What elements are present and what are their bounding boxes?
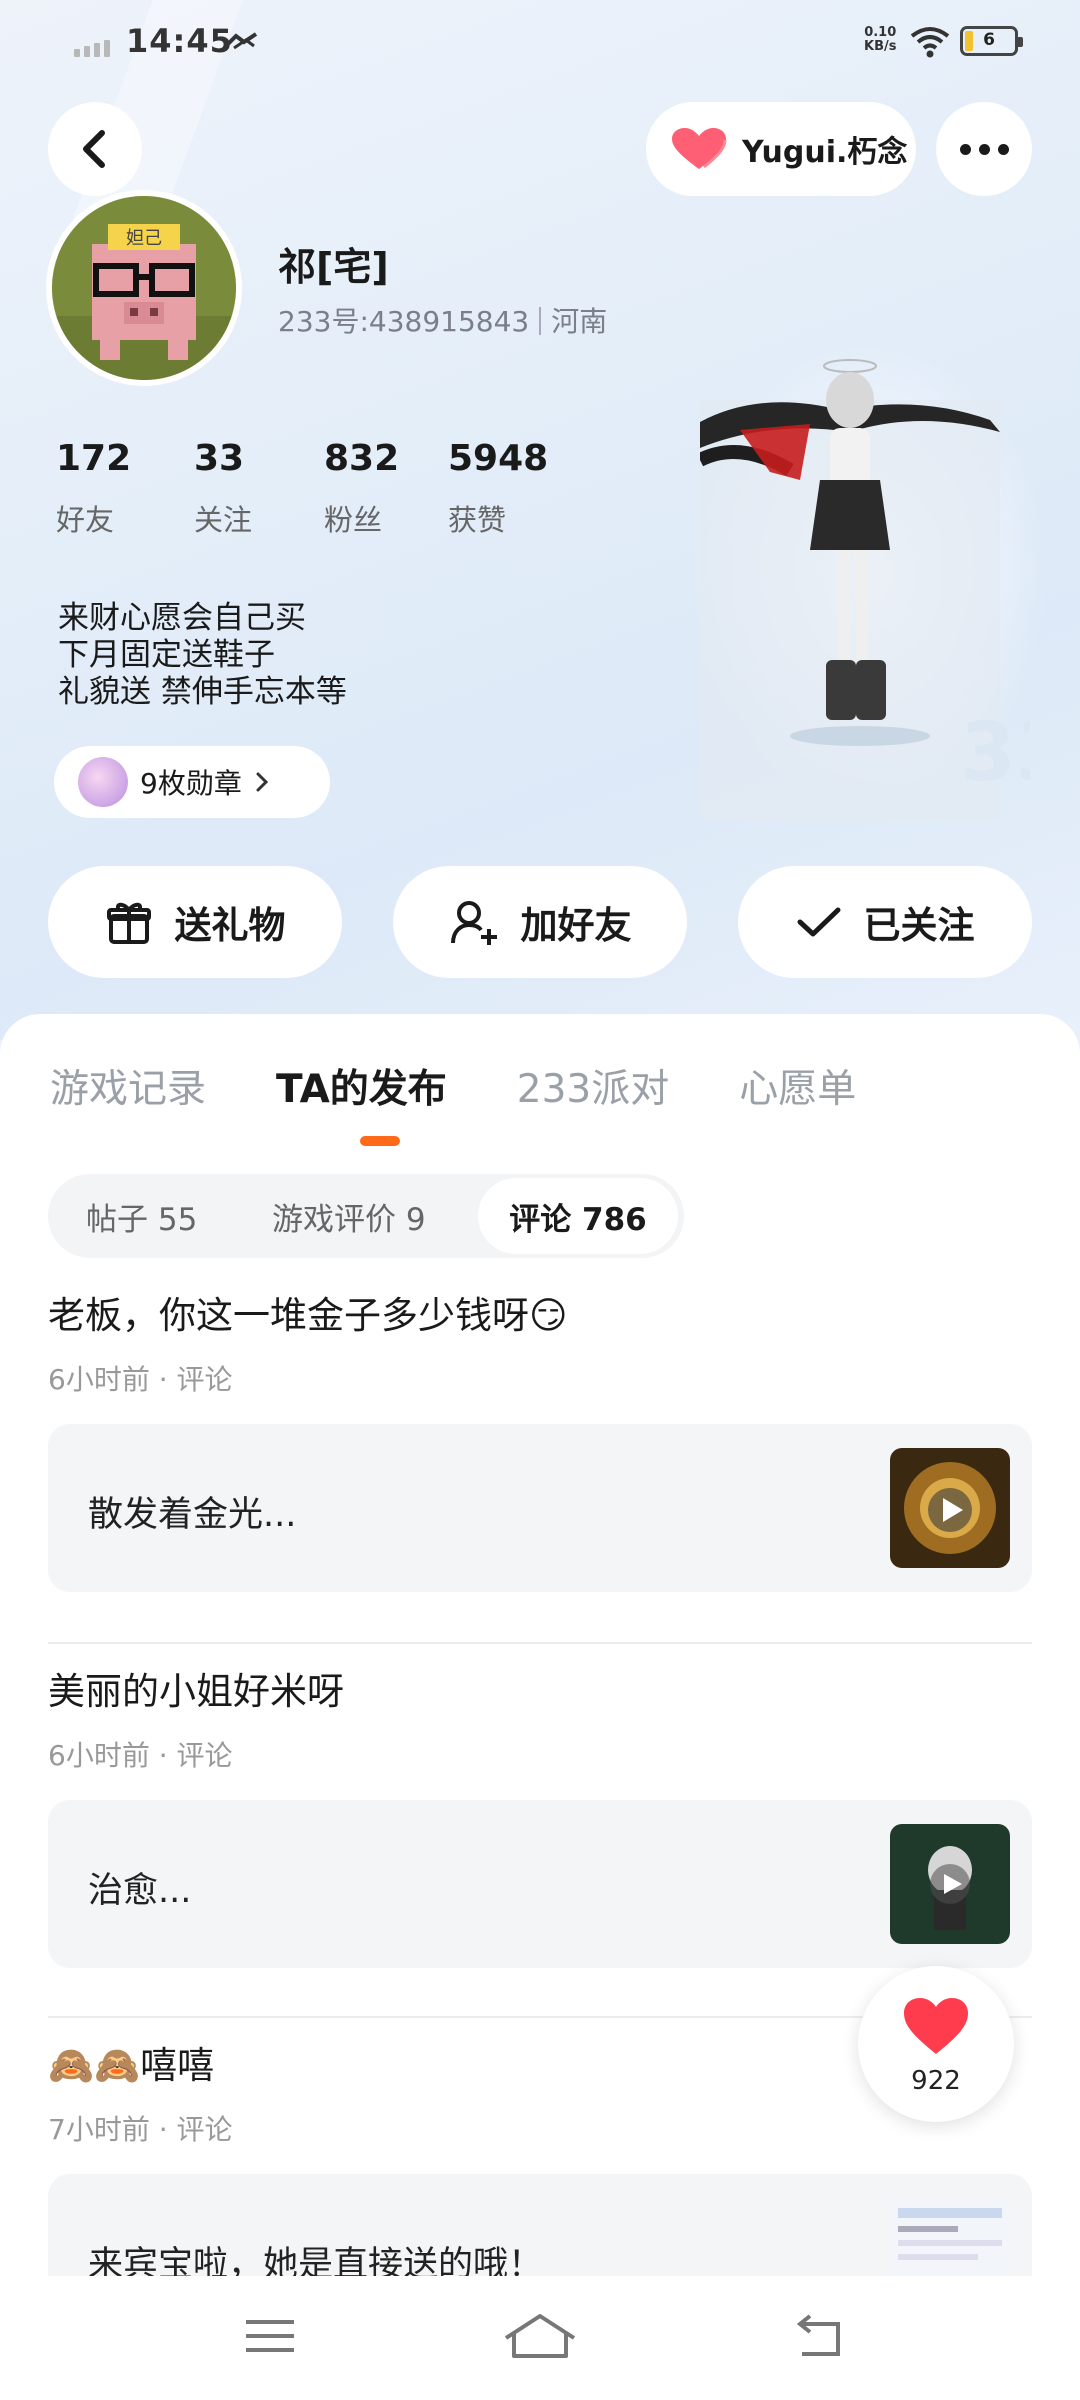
net-speed-value: 0.10 xyxy=(864,25,897,40)
active-tab-indicator xyxy=(360,1136,400,1146)
user-id: 233号:438915843 xyxy=(278,305,530,338)
profile-stats: 172 好友 33 关注 832 粉丝 5948 获赞 xyxy=(56,438,578,539)
back-button[interactable] xyxy=(48,102,142,196)
badges-label: 9枚勋章 xyxy=(140,767,242,800)
subtab-game-reviews[interactable]: 游戏评价 9 xyxy=(272,1174,426,1258)
send-gift-label: 送礼物 xyxy=(174,904,286,947)
followed-label: 已关注 xyxy=(863,904,975,947)
like-button[interactable]: 922 xyxy=(858,1966,1014,2122)
tab-party[interactable]: 233派对 xyxy=(517,1058,669,1114)
stat-label: 获赞 xyxy=(448,503,507,537)
svg-text:33: 33 xyxy=(960,706,1030,799)
tab-wishlist[interactable]: 心愿单 xyxy=(739,1058,856,1114)
send-gift-button[interactable]: 送礼物 xyxy=(48,866,342,978)
badges-button[interactable]: 9枚勋章 xyxy=(54,746,330,818)
stat-followers[interactable]: 832 粉丝 xyxy=(324,438,448,539)
stat-friends[interactable]: 172 好友 xyxy=(56,438,194,539)
user-region: 河南 xyxy=(551,305,608,338)
heart-icon xyxy=(672,128,727,169)
content-panel: 游戏记录 TA的发布 233派对 心愿单 帖子 55 游戏评价 9 评论 786… xyxy=(0,1014,1080,2400)
more-dot-icon xyxy=(978,143,990,155)
stat-value: 33 xyxy=(194,438,245,479)
status-bar: 14:45 0.10 KB/s 6 xyxy=(0,0,1080,84)
add-friend-label: 加好友 xyxy=(520,904,632,947)
bio-line: 礼貌送 禁伸手忘本等 xyxy=(58,674,347,710)
followed-button[interactable]: 已关注 xyxy=(738,866,1032,978)
user-id-line: 233号:438915843 河南 xyxy=(278,300,607,340)
data-sync-icon xyxy=(226,32,258,50)
bio-line: 来财心愿会自己买 xyxy=(58,600,306,636)
checkmark-icon xyxy=(797,907,840,937)
quoted-card[interactable]: 散发着金光... xyxy=(48,1424,1032,1592)
quoted-text: 治愈... xyxy=(88,1871,192,1911)
wifi-icon xyxy=(910,27,950,58)
subtab-comments[interactable]: 评论 786 xyxy=(478,1178,678,1254)
more-dot-icon xyxy=(997,143,1009,155)
stat-likes[interactable]: 5948 获赞 xyxy=(448,438,578,539)
chevron-left-icon xyxy=(83,130,105,168)
comment-text: 美丽的小姐好米呀 xyxy=(48,1670,344,1713)
divider xyxy=(539,307,542,335)
heart-icon xyxy=(904,1998,968,2054)
badge-icon xyxy=(78,757,128,807)
home-icon[interactable] xyxy=(500,2306,580,2366)
video-thumbnail[interactable] xyxy=(890,1824,1010,1944)
divider xyxy=(48,1642,1032,1644)
more-dot-icon xyxy=(959,143,971,155)
comment-meta: 6小时前 · 评论 xyxy=(48,1363,233,1396)
like-count: 922 xyxy=(911,2066,961,2096)
comment-meta: 6小时前 · 评论 xyxy=(48,1739,233,1772)
battery-icon: 6 xyxy=(960,26,1023,56)
video-thumbnail-image xyxy=(890,1824,1010,1944)
stat-following[interactable]: 33 关注 xyxy=(194,438,324,539)
list-item[interactable]: 老板，你这一堆金子多少钱呀😏 6小时前 · 评论 散发着金光... xyxy=(48,1284,1032,1592)
stat-label: 好友 xyxy=(56,503,115,537)
video-thumbnail-image xyxy=(890,1448,1010,1568)
profile-actions: 送礼物 加好友 已关注 xyxy=(48,866,1032,978)
user-name: 祁[宅] xyxy=(278,245,389,289)
quoted-text: 散发着金光... xyxy=(88,1495,297,1535)
pig-avatar-image: 妲己 xyxy=(52,196,236,380)
back-nav-icon[interactable] xyxy=(790,2306,850,2366)
more-options-button[interactable] xyxy=(936,102,1032,196)
video-thumbnail[interactable] xyxy=(890,1448,1010,1568)
menu-icon[interactable] xyxy=(240,2306,300,2366)
stat-value: 832 xyxy=(324,438,400,479)
stat-value: 172 xyxy=(56,438,132,479)
comment-meta: 7小时前 · 评论 xyxy=(48,2113,233,2146)
ip-tag-button[interactable]: Yugui.朽念 xyxy=(646,102,916,196)
main-tabs: 游戏记录 TA的发布 233派对 心愿单 xyxy=(50,1058,926,1114)
subtab-posts[interactable]: 帖子 55 xyxy=(86,1174,197,1258)
stat-label: 关注 xyxy=(194,503,253,537)
avatar[interactable]: 妲己 xyxy=(46,190,242,386)
list-item[interactable]: 美丽的小姐好米呀 6小时前 · 评论 治愈... xyxy=(48,1660,1032,1968)
add-friend-button[interactable]: 加好友 xyxy=(393,866,687,978)
system-navigation-bar xyxy=(0,2276,1080,2400)
signal-icon xyxy=(74,40,110,57)
gift-icon xyxy=(106,902,151,944)
chevron-right-icon xyxy=(256,772,268,792)
bio: 来财心愿会自己买 下月固定送鞋子 礼貌送 禁伸手忘本等 xyxy=(58,600,347,711)
battery-level: 6 xyxy=(983,30,995,50)
bio-line: 下月固定送鞋子 xyxy=(58,637,275,673)
comment-text: 老板，你这一堆金子多少钱呀😏 xyxy=(48,1294,568,1337)
tab-posts[interactable]: TA的发布 xyxy=(276,1058,447,1114)
stat-value: 5948 xyxy=(448,438,549,479)
ip-tag-label: Yugui.朽念 xyxy=(742,135,908,170)
stat-label: 粉丝 xyxy=(324,503,383,537)
status-time: 14:45 xyxy=(126,22,233,60)
quoted-card[interactable]: 治愈... xyxy=(48,1800,1032,1968)
tab-game-records[interactable]: 游戏记录 xyxy=(50,1058,206,1114)
avatar-crown-text: 妲己 xyxy=(126,228,162,249)
sub-tabs: 帖子 55 游戏评价 9 评论 786 xyxy=(48,1174,684,1258)
character-figure-image[interactable]: 33 xyxy=(700,340,1030,820)
net-speed-unit: KB/s xyxy=(864,39,897,54)
add-user-icon xyxy=(450,901,497,945)
net-speed: 0.10 KB/s xyxy=(864,26,896,54)
